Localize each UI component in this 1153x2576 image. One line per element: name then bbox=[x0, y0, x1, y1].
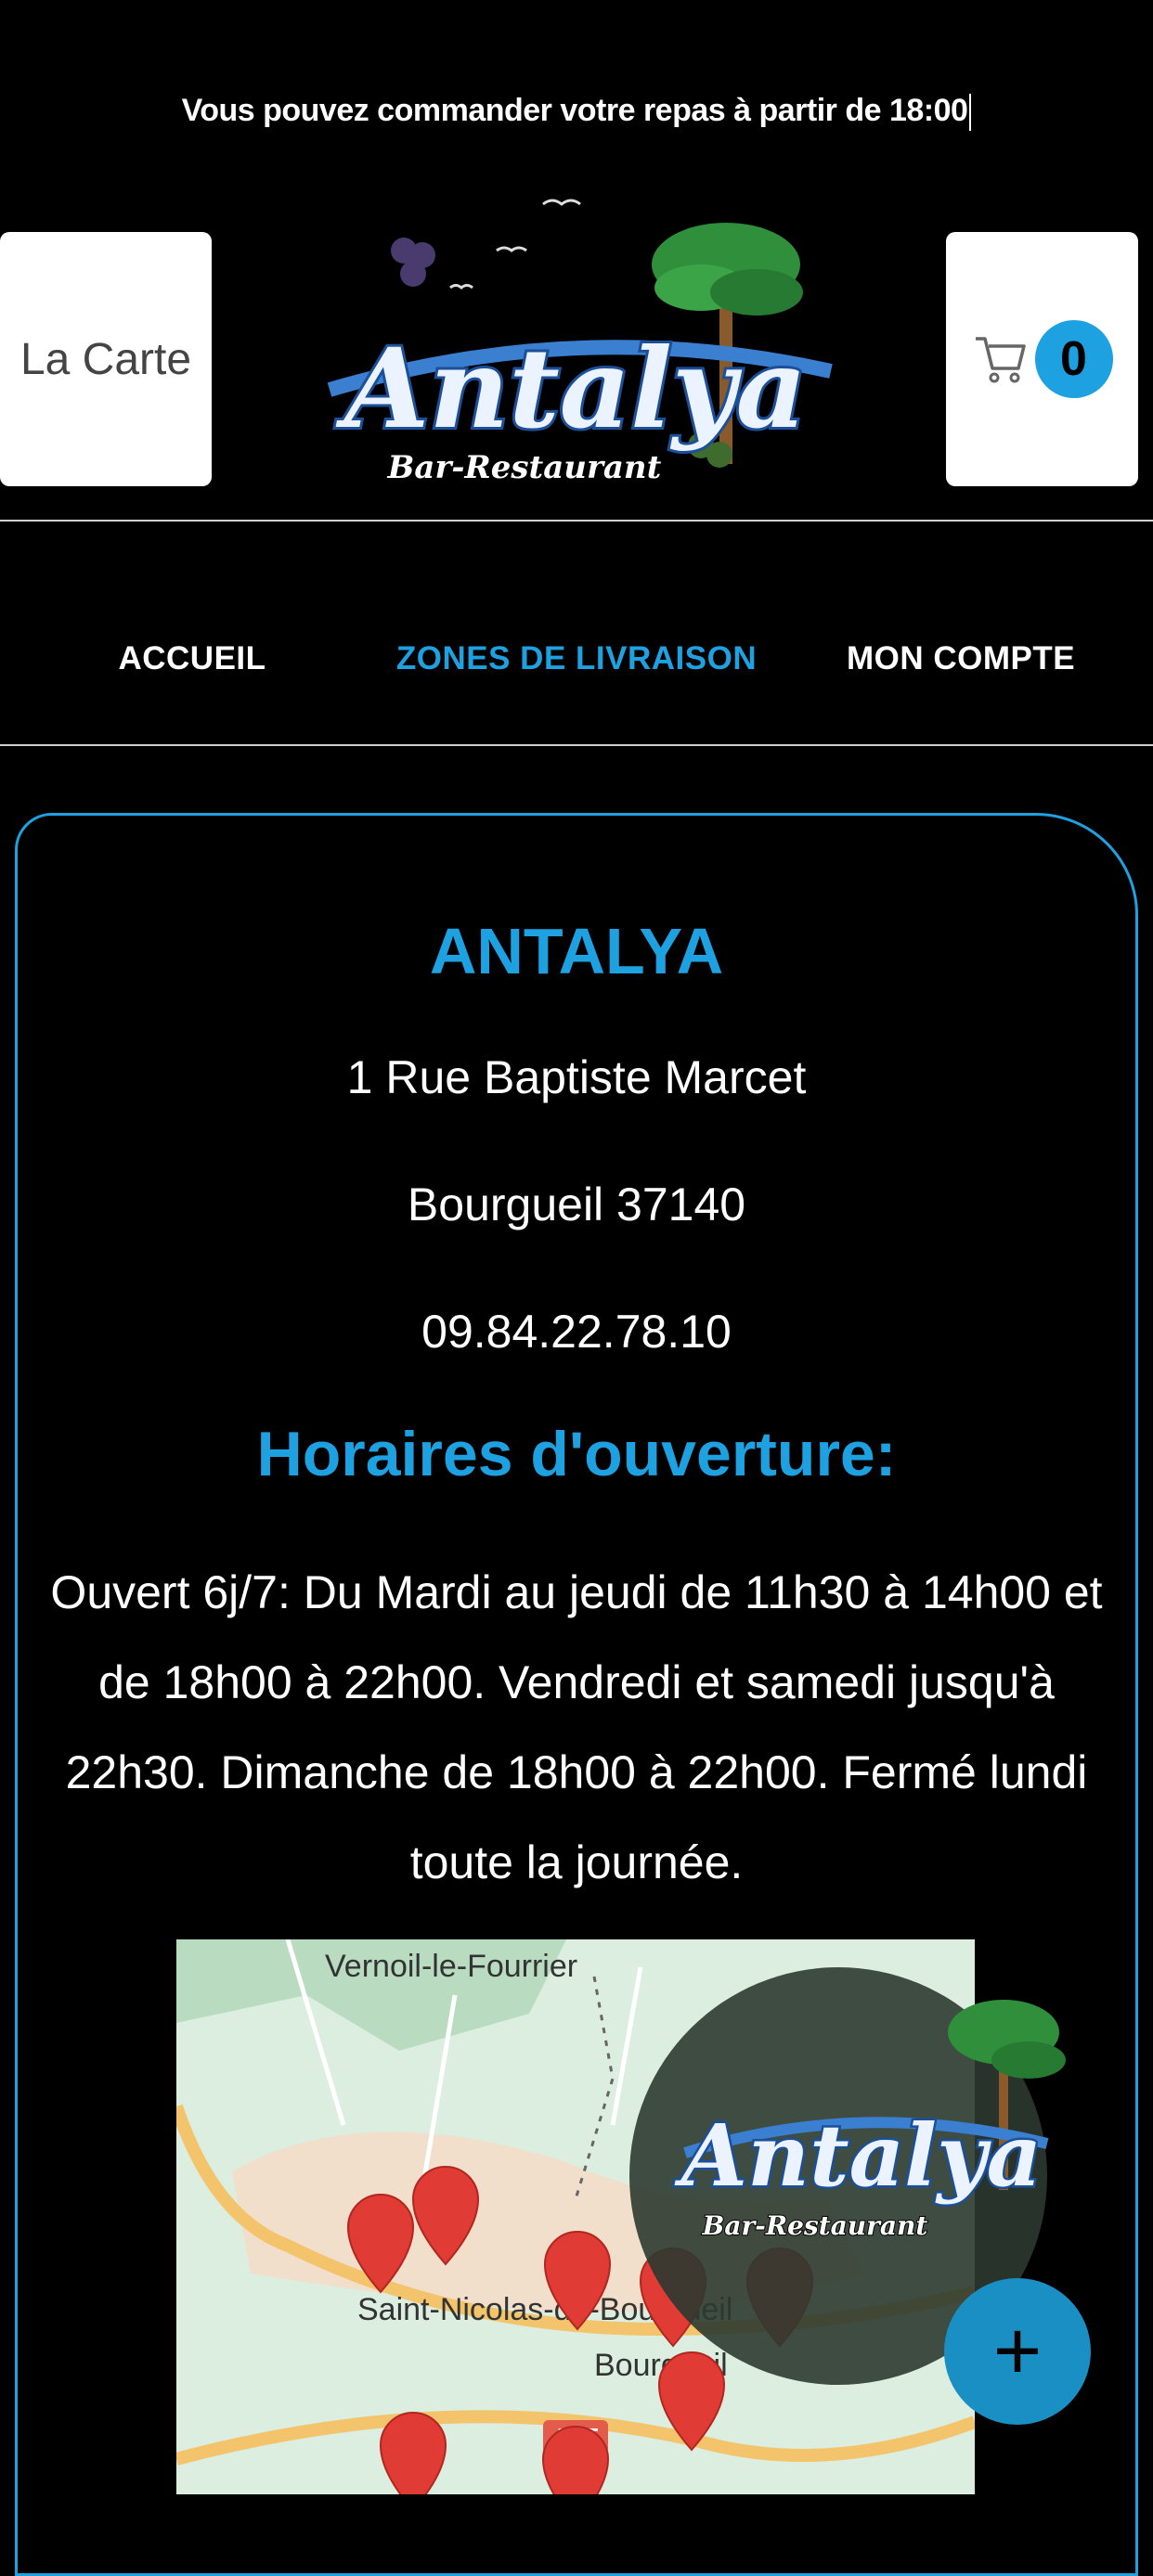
cart-count-badge: 0 bbox=[1034, 320, 1113, 398]
restaurant-name: ANTALYA bbox=[429, 915, 724, 987]
nav-divider bbox=[0, 744, 1153, 746]
la-carte-label: La Carte bbox=[19, 334, 192, 384]
plus-icon: + bbox=[992, 2305, 1043, 2398]
nav-item-mon-compte[interactable]: MON COMPTE bbox=[769, 640, 1153, 677]
bird-icons bbox=[449, 199, 581, 290]
hours-title: Horaires d'ouverture: bbox=[256, 1419, 897, 1489]
badge-logo-sub-text: Bar-Restaurant bbox=[702, 2210, 928, 2241]
header-divider bbox=[0, 520, 1153, 522]
antalya-logo[interactable]: Antalya Bar-Restaurant bbox=[311, 176, 840, 520]
cart-button[interactable]: 0 bbox=[946, 232, 1138, 486]
logo-sub-text: Bar-Restaurant bbox=[387, 449, 662, 486]
text-caret bbox=[969, 94, 972, 132]
banner-text: Vous pouvez commander votre repas à part… bbox=[181, 93, 968, 128]
order-time-banner: Vous pouvez commander votre repas à part… bbox=[0, 93, 1153, 132]
nav-item-accueil[interactable]: ACCUEIL bbox=[0, 640, 384, 677]
shopping-cart-icon bbox=[975, 337, 1026, 383]
main-nav: ACCUEIL ZONES DE LIVRAISON MON COMPTE bbox=[0, 640, 1153, 677]
nav-item-zones-de-livraison[interactable]: ZONES DE LIVRAISON bbox=[384, 640, 769, 677]
restaurant-city: Bourgueil 37140 bbox=[407, 1179, 746, 1230]
add-fab-button[interactable]: + bbox=[944, 2278, 1091, 2425]
la-carte-button[interactable]: La Carte bbox=[0, 232, 212, 486]
restaurant-phone[interactable]: 09.84.22.78.10 bbox=[0, 1305, 1153, 1359]
badge-logo-main-text: Antalya bbox=[674, 2106, 1042, 2206]
logo-main-text: Antalya bbox=[335, 324, 807, 453]
hours-text: Ouvert 6j/7: Du Mardi au jeudi de 11h30 … bbox=[50, 1566, 1103, 1888]
map-label-vernoil: Vernoil-le-Fourrier bbox=[325, 1949, 577, 1984]
restaurant-street: 1 Rue Baptiste Marcet bbox=[346, 1051, 807, 1103]
